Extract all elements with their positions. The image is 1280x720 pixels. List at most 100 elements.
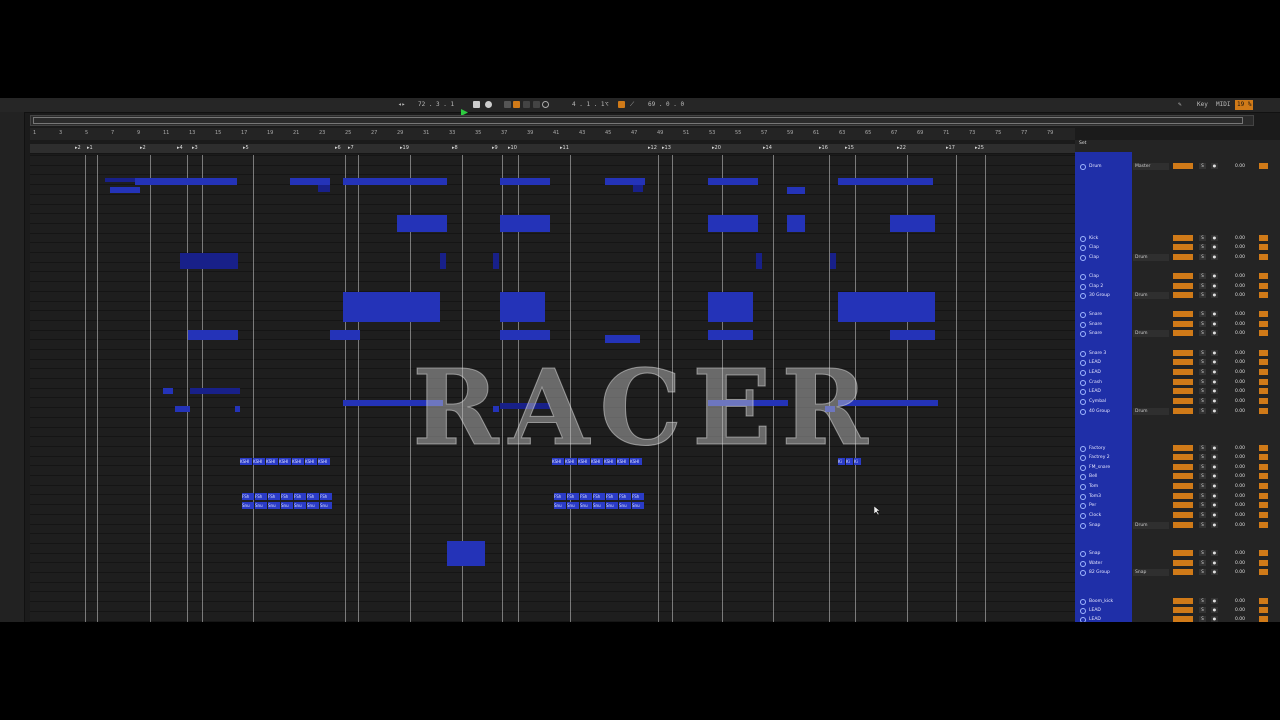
track-name[interactable]: Snare	[1089, 310, 1102, 319]
arm-button[interactable]: ●	[1211, 330, 1218, 336]
fold-icon[interactable]	[1080, 446, 1086, 452]
volume-slider[interactable]	[1173, 445, 1193, 451]
volume-slider[interactable]	[1173, 598, 1193, 604]
volume-slider[interactable]	[1173, 408, 1193, 414]
track-activator-button[interactable]	[1259, 330, 1268, 336]
volume-slider[interactable]	[1173, 493, 1193, 499]
volume-slider[interactable]	[1173, 512, 1193, 518]
track-row[interactable]: LEAD S ● 0.00	[1075, 358, 1280, 367]
track-activator-button[interactable]	[1259, 522, 1268, 528]
volume-slider[interactable]	[1173, 454, 1193, 460]
volume-slider[interactable]	[1173, 616, 1193, 622]
overview-window[interactable]	[33, 117, 1243, 124]
arrangement-overview[interactable]	[30, 115, 1254, 126]
fold-icon[interactable]	[1080, 331, 1086, 337]
solo-button[interactable]: S	[1199, 522, 1206, 528]
solo-button[interactable]: S	[1199, 408, 1206, 414]
fold-icon[interactable]	[1080, 599, 1086, 605]
track-row[interactable]: Boom_kick S ● 0.00	[1075, 597, 1280, 606]
follow-icon[interactable]: ⌥	[605, 100, 609, 110]
song-position-display[interactable]: 4 . 1 . 1	[572, 100, 605, 110]
locator-marker[interactable]: ▸22	[897, 145, 906, 151]
track-row[interactable]: Cymbal S ● 0.00	[1075, 397, 1280, 406]
midi-clip[interactable]: FSh	[606, 493, 618, 500]
fold-icon[interactable]	[1080, 455, 1086, 461]
fold-icon[interactable]	[1080, 284, 1086, 290]
arrangement-clip[interactable]	[838, 178, 933, 185]
track-activator-button[interactable]	[1259, 379, 1268, 385]
solo-button[interactable]: S	[1199, 569, 1206, 575]
arm-button[interactable]: ●	[1211, 398, 1218, 404]
midi-clip[interactable]: FSh	[255, 493, 267, 500]
arrangement-clip[interactable]	[163, 388, 173, 394]
track-activator-button[interactable]	[1259, 512, 1268, 518]
arm-button[interactable]: ●	[1211, 283, 1218, 289]
track-name[interactable]: Snap	[1089, 521, 1100, 530]
arm-button[interactable]: ●	[1211, 379, 1218, 385]
midi-map-button[interactable]: MIDI	[1216, 100, 1230, 110]
track-name[interactable]: 82 Group	[1089, 568, 1110, 577]
arrangement-clip[interactable]	[290, 178, 330, 185]
fold-icon[interactable]	[1080, 370, 1086, 376]
midi-clip[interactable]: Snu	[281, 502, 293, 509]
arrangement-clip[interactable]	[830, 253, 836, 269]
track-activator-button[interactable]	[1259, 292, 1268, 298]
automation-arm-icon[interactable]	[513, 101, 520, 108]
arm-button[interactable]: ●	[1211, 235, 1218, 241]
volume-slider[interactable]	[1173, 321, 1193, 327]
track-activator-button[interactable]	[1259, 350, 1268, 356]
midi-clip[interactable]: Snu	[593, 502, 605, 509]
arm-button[interactable]: ●	[1211, 254, 1218, 260]
solo-button[interactable]: S	[1199, 254, 1206, 260]
track-name[interactable]: Snare	[1089, 320, 1102, 329]
loop-length-display[interactable]: 69 . 0 . 0	[648, 100, 684, 110]
track-name[interactable]: LEAD	[1089, 615, 1101, 622]
track-name[interactable]: LEAD	[1089, 358, 1101, 367]
track-row[interactable]: Factory S ● 0.00	[1075, 444, 1280, 453]
arrangement-clip[interactable]	[708, 215, 758, 232]
track-row[interactable]: LEAD S ● 0.00	[1075, 615, 1280, 622]
fold-icon[interactable]	[1080, 494, 1086, 500]
key-map-button[interactable]: Key	[1197, 100, 1208, 110]
solo-button[interactable]: S	[1199, 616, 1206, 622]
track-row[interactable]: Clap Drum S ● 0.00	[1075, 253, 1280, 262]
track-activator-button[interactable]	[1259, 163, 1268, 169]
track-row[interactable]: Bell S ● 0.00	[1075, 472, 1280, 481]
track-activator-button[interactable]	[1259, 235, 1268, 241]
track-row[interactable]: Clap S ● 0.00	[1075, 243, 1280, 252]
fold-icon[interactable]	[1080, 293, 1086, 299]
tap-tempo-icon[interactable]: ◂▸	[398, 100, 405, 110]
track-name[interactable]: FM_snare	[1089, 463, 1110, 472]
locator-marker[interactable]: ▸17	[946, 145, 955, 151]
capture-icon[interactable]	[533, 101, 540, 108]
locator-marker[interactable]: ▸9	[492, 145, 498, 151]
track-name[interactable]: Crash	[1089, 378, 1102, 387]
fold-icon[interactable]	[1080, 608, 1086, 614]
arrangement-clip[interactable]	[318, 185, 330, 192]
tempo-display[interactable]: 72 . 3 . 1	[418, 100, 454, 110]
track-name[interactable]: Clap	[1089, 253, 1099, 262]
track-activator-button[interactable]	[1259, 616, 1268, 622]
record-icon[interactable]	[485, 101, 492, 108]
track-name[interactable]: Clap	[1089, 272, 1099, 281]
arrangement-clip[interactable]	[110, 187, 140, 193]
track-activator-button[interactable]	[1259, 244, 1268, 250]
solo-button[interactable]: S	[1199, 350, 1206, 356]
solo-button[interactable]: S	[1199, 244, 1206, 250]
track-name[interactable]: Tom3	[1089, 492, 1101, 501]
fold-icon[interactable]	[1080, 409, 1086, 415]
locator-marker[interactable]: ▸6	[335, 145, 341, 151]
arm-button[interactable]: ●	[1211, 388, 1218, 394]
track-row[interactable]: LEAD S ● 0.00	[1075, 368, 1280, 377]
midi-clip[interactable]: FSh	[281, 493, 293, 500]
back-to-arrangement-icon[interactable]	[523, 101, 530, 108]
midi-clip[interactable]: KSHI	[279, 458, 291, 465]
output-routing-select[interactable]: Drum	[1133, 330, 1169, 337]
solo-button[interactable]: S	[1199, 388, 1206, 394]
midi-clip[interactable]: Snu	[567, 502, 579, 509]
arrangement-clip[interactable]	[500, 292, 545, 322]
track-name[interactable]: Bell	[1089, 472, 1097, 481]
volume-slider[interactable]	[1173, 522, 1193, 528]
track-row[interactable]: Snare S ● 0.00	[1075, 310, 1280, 319]
arrangement-clip[interactable]	[500, 330, 550, 340]
